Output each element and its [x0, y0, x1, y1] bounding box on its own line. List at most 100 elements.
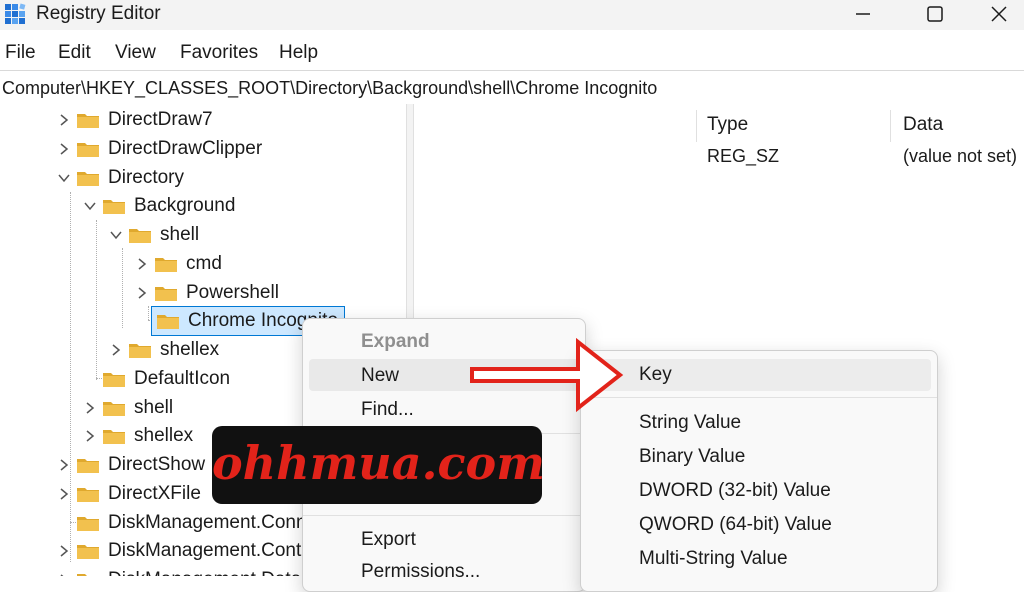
- submenu-item-binary-value[interactable]: Binary Value: [587, 441, 931, 473]
- folder-icon: [102, 427, 126, 445]
- tree-item[interactable]: Directory: [52, 164, 184, 192]
- tree-item[interactable]: DirectDrawClipper: [52, 135, 262, 163]
- maximize-icon: [927, 6, 943, 22]
- folder-icon: [102, 370, 126, 388]
- column-separator[interactable]: [696, 110, 697, 142]
- column-header-type[interactable]: Type: [707, 114, 748, 136]
- tree-item[interactable]: shell: [78, 394, 173, 422]
- submenu-item-qword-value[interactable]: QWORD (64-bit) Value: [587, 509, 931, 541]
- submenu-item-string-value[interactable]: String Value: [587, 407, 931, 439]
- menu-help[interactable]: Help: [279, 42, 318, 64]
- chevron-right-icon[interactable]: [52, 451, 76, 479]
- column-header-data[interactable]: Data: [903, 114, 943, 136]
- folder-icon: [102, 399, 126, 417]
- chevron-right-icon[interactable]: [78, 394, 102, 422]
- tree-item-label: DirectShow: [108, 454, 206, 475]
- menu-view[interactable]: View: [115, 42, 156, 64]
- close-button[interactable]: [976, 0, 1024, 28]
- folder-icon: [156, 312, 180, 330]
- new-submenu: Key String Value Binary Value DWORD (32-…: [580, 350, 938, 592]
- tree-item[interactable]: DefaultIcon: [78, 365, 230, 393]
- chevron-right-icon[interactable]: [52, 480, 76, 508]
- folder-icon: [76, 111, 100, 129]
- tree-item-label: DirectDrawClipper: [108, 137, 263, 159]
- chevron-right-icon[interactable]: [52, 566, 76, 576]
- column-separator[interactable]: [890, 110, 891, 142]
- tree-item[interactable]: Background: [78, 192, 235, 220]
- menu-edit[interactable]: Edit: [58, 42, 91, 64]
- tree-item-label: shell: [134, 396, 174, 418]
- tree-item-label: DirectXFile: [108, 482, 201, 504]
- tree-item[interactable]: DiskManagement.Cont: [52, 537, 301, 565]
- tree-item[interactable]: shellex: [78, 422, 193, 450]
- tree-item[interactable]: DiskManagement.Conn: [52, 509, 307, 537]
- tree-item[interactable]: DiskManagement.Data: [52, 566, 301, 576]
- tree-item-label: DiskManagement.Conn: [108, 511, 307, 533]
- registry-editor-icon: [5, 3, 26, 24]
- value-type[interactable]: REG_SZ: [707, 146, 779, 167]
- tree-item-label: cmd: [186, 252, 222, 274]
- submenu-item-multi-string-value[interactable]: Multi-String Value: [587, 543, 931, 575]
- tree-item-label: Background: [134, 195, 236, 217]
- address-path: Computer\HKEY_CLASSES_ROOT\Directory\Bac…: [2, 78, 658, 98]
- folder-icon: [76, 542, 100, 560]
- watermark-banner: ohhmua.com: [212, 426, 545, 504]
- chevron-right-icon[interactable]: [130, 250, 154, 278]
- tree-item-label: shellex: [134, 425, 194, 447]
- tree-item[interactable]: DirectDraw7: [52, 106, 213, 134]
- tree-item[interactable]: Powershell: [130, 279, 279, 307]
- folder-icon: [76, 514, 100, 532]
- tree-item[interactable]: DirectShow: [52, 451, 205, 479]
- value-data[interactable]: (value not set): [903, 146, 1017, 167]
- tree-item[interactable]: shellex: [104, 336, 219, 364]
- chevron-down-icon[interactable]: [104, 221, 128, 249]
- folder-icon: [154, 255, 178, 273]
- watermark-text: ohhmua.com: [212, 436, 545, 490]
- minimize-button[interactable]: [832, 0, 896, 28]
- folder-icon: [154, 284, 178, 302]
- address-bar[interactable]: Computer\HKEY_CLASSES_ROOT\Directory\Bac…: [0, 70, 1024, 106]
- menu-bar: File Edit View Favorites Help: [0, 38, 1024, 68]
- chevron-right-icon[interactable]: [78, 422, 102, 450]
- tree-item[interactable]: shell: [104, 221, 199, 249]
- title-bar: Registry Editor: [0, 0, 1024, 30]
- folder-icon: [76, 571, 100, 576]
- maximize-button[interactable]: [904, 0, 968, 28]
- menu-item-export[interactable]: Export: [309, 523, 579, 555]
- tree-item-label: Directory: [108, 166, 185, 188]
- menu-item-permissions[interactable]: Permissions...: [309, 555, 579, 587]
- folder-icon: [76, 456, 100, 474]
- menu-separator: [581, 397, 937, 398]
- tree-item[interactable]: cmd: [130, 250, 222, 278]
- folder-icon: [128, 226, 152, 244]
- tree-item-label: DiskManagement.Data: [108, 569, 301, 576]
- annotation-arrow-icon: [470, 337, 624, 413]
- chevron-down-icon[interactable]: [78, 192, 102, 220]
- chevron-right-icon[interactable]: [52, 135, 76, 163]
- tree-item-label: DiskManagement.Cont: [108, 540, 302, 562]
- folder-icon: [76, 169, 100, 187]
- chevron-right-icon[interactable]: [130, 279, 154, 307]
- close-icon: [991, 6, 1007, 22]
- menu-separator: [303, 515, 585, 516]
- chevron-right-icon[interactable]: [52, 106, 76, 134]
- submenu-item-dword-value[interactable]: DWORD (32-bit) Value: [587, 475, 931, 507]
- submenu-item-key[interactable]: Key: [587, 359, 931, 391]
- tree-guide-line: [122, 248, 123, 328]
- chevron-right-icon[interactable]: [104, 336, 128, 364]
- folder-icon: [76, 485, 100, 503]
- tree-item-label: shellex: [160, 339, 220, 360]
- folder-icon: [76, 140, 100, 158]
- minimize-icon: [856, 13, 870, 15]
- menu-file[interactable]: File: [5, 42, 36, 64]
- chevron-right-icon[interactable]: [52, 537, 76, 565]
- tree-item-label: Powershell: [186, 281, 279, 303]
- tree-item[interactable]: DirectXFile: [52, 480, 201, 508]
- folder-icon: [102, 197, 126, 215]
- menu-favorites[interactable]: Favorites: [180, 42, 258, 64]
- tree-item-label: DefaultIcon: [134, 367, 231, 389]
- chevron-down-icon[interactable]: [52, 164, 76, 192]
- tree-guide-line: [148, 306, 149, 320]
